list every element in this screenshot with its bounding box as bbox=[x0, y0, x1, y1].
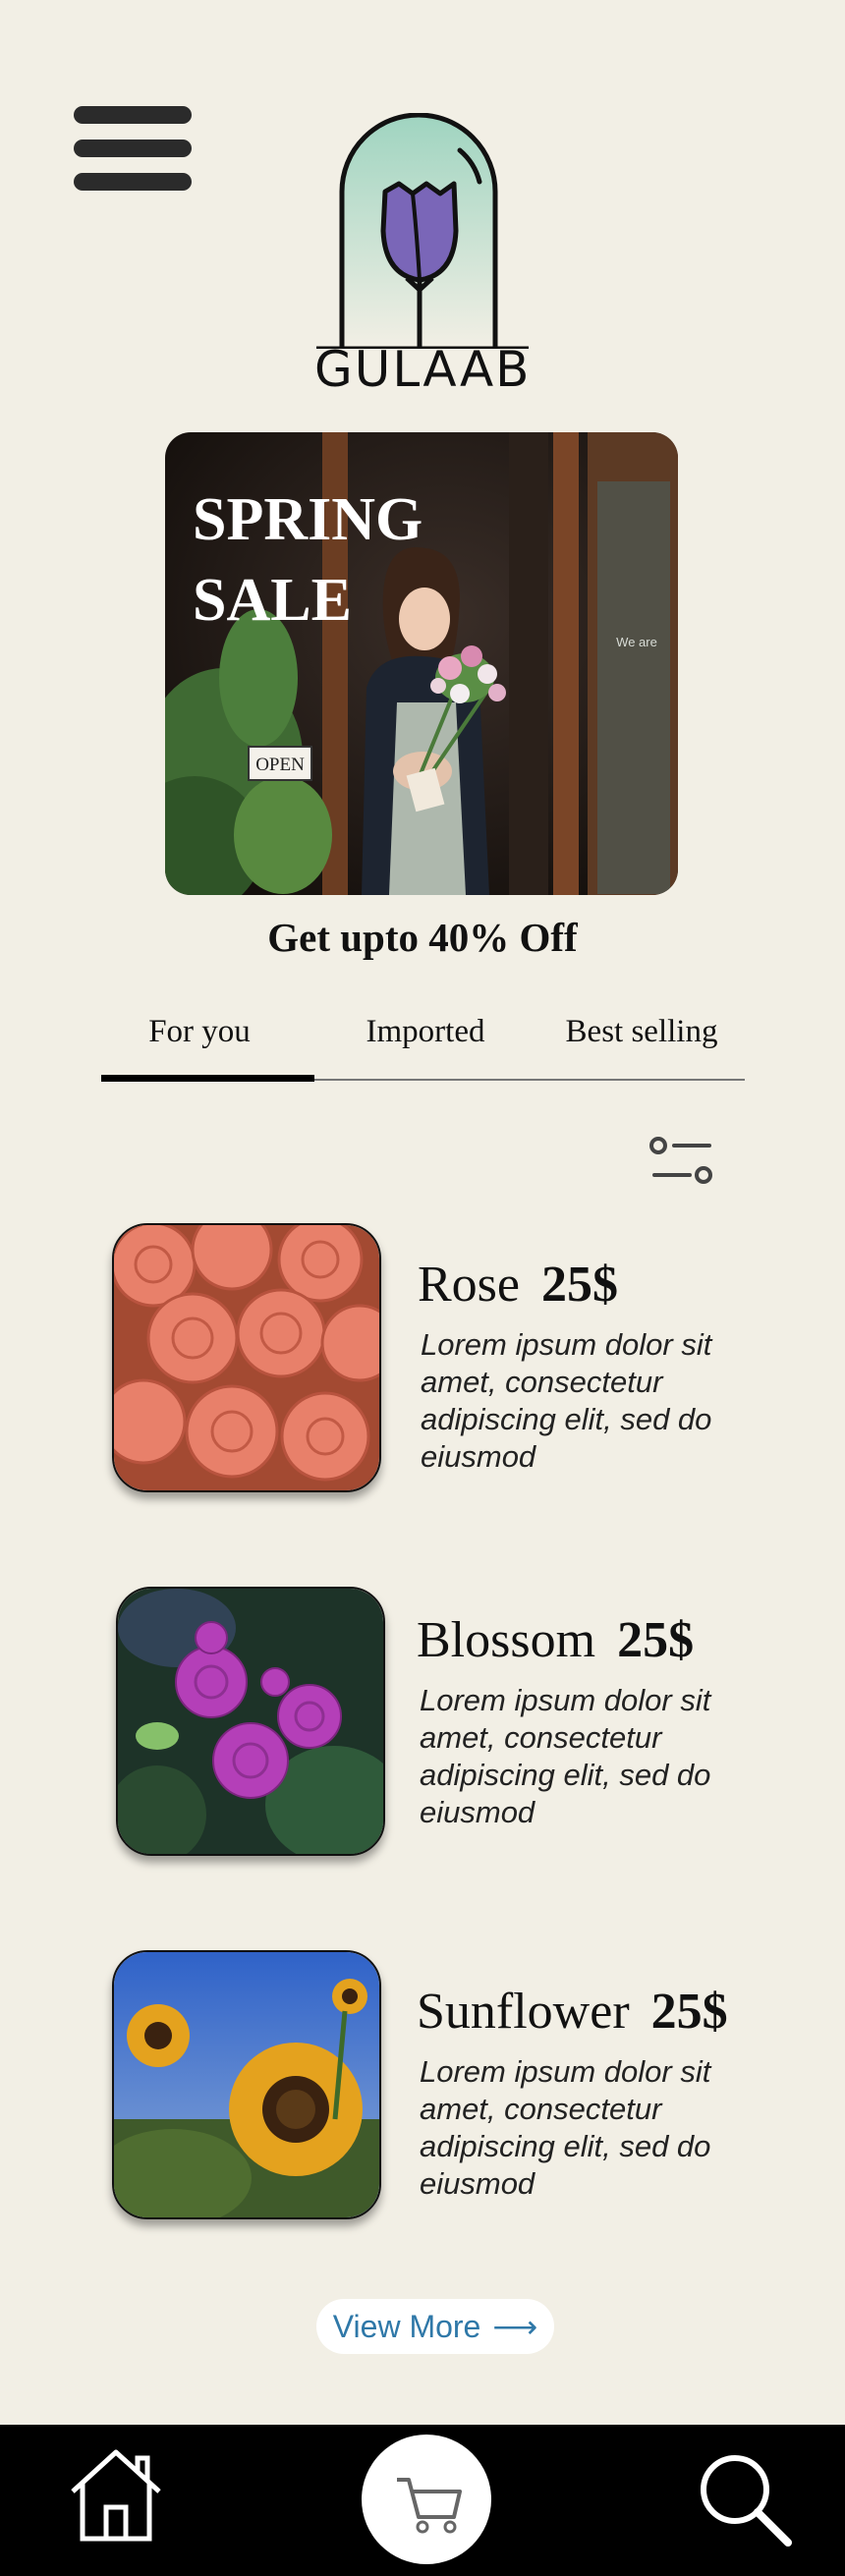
sale-title-line2: SALE bbox=[193, 567, 352, 634]
product-image-blossom[interactable] bbox=[116, 1587, 385, 1856]
filter-icon[interactable] bbox=[648, 1136, 715, 1187]
product-image-rose[interactable] bbox=[112, 1223, 381, 1492]
tab-for-you[interactable]: For you bbox=[101, 1014, 298, 1059]
brand-logo: GULAAB bbox=[314, 112, 532, 408]
tab-best-selling[interactable]: Best selling bbox=[538, 1014, 745, 1059]
search-icon[interactable] bbox=[696, 2450, 794, 2548]
product-title-blossom[interactable]: Blossom 25$ bbox=[417, 1611, 694, 1669]
brand-name: GULAAB bbox=[314, 341, 532, 398]
active-tab-indicator bbox=[101, 1075, 314, 1082]
svg-text:We are: We are bbox=[616, 635, 657, 649]
product-name: Sunflower bbox=[417, 1984, 630, 2040]
view-more-label: View More bbox=[332, 2308, 481, 2344]
product-price: 25$ bbox=[650, 1984, 728, 2040]
product-description: Lorem ipsum dolor sit amet, consectetur … bbox=[420, 2054, 711, 2201]
product-description: Lorem ipsum dolor sit amet, consectetur … bbox=[420, 1683, 711, 1829]
open-sign: OPEN bbox=[255, 755, 305, 775]
menu-icon[interactable] bbox=[74, 106, 192, 191]
product-image-sunflower[interactable] bbox=[112, 1950, 381, 2219]
product-name: Blossom bbox=[417, 1612, 596, 1668]
offer-text: Get upto 40% Off bbox=[267, 915, 578, 960]
category-tabs: For you Imported Best selling bbox=[101, 1002, 745, 1083]
sale-title-line1: SPRING bbox=[193, 486, 423, 553]
view-more-button[interactable]: View More ⟶ bbox=[316, 2299, 554, 2354]
cart-button[interactable] bbox=[362, 2435, 491, 2564]
product-title-sunflower[interactable]: Sunflower 25$ bbox=[417, 1983, 728, 2041]
product-price: 25$ bbox=[541, 1257, 618, 1313]
product-title-rose[interactable]: Rose 25$ bbox=[418, 1256, 618, 1314]
sale-title: SPRING SALE bbox=[193, 479, 422, 641]
rose-dome-icon bbox=[316, 112, 529, 352]
product-price: 25$ bbox=[617, 1612, 695, 1668]
product-description: Lorem ipsum dolor sit amet, consectetur … bbox=[421, 1327, 712, 1474]
home-icon[interactable] bbox=[67, 2446, 165, 2545]
tab-imported[interactable]: Imported bbox=[322, 1014, 529, 1059]
cart-icon bbox=[397, 2478, 462, 2534]
arrow-right-icon: ⟶ bbox=[492, 2309, 538, 2344]
spring-sale-banner[interactable]: OPEN We are SPRING SALE bbox=[165, 432, 678, 895]
product-name: Rose bbox=[418, 1257, 520, 1313]
